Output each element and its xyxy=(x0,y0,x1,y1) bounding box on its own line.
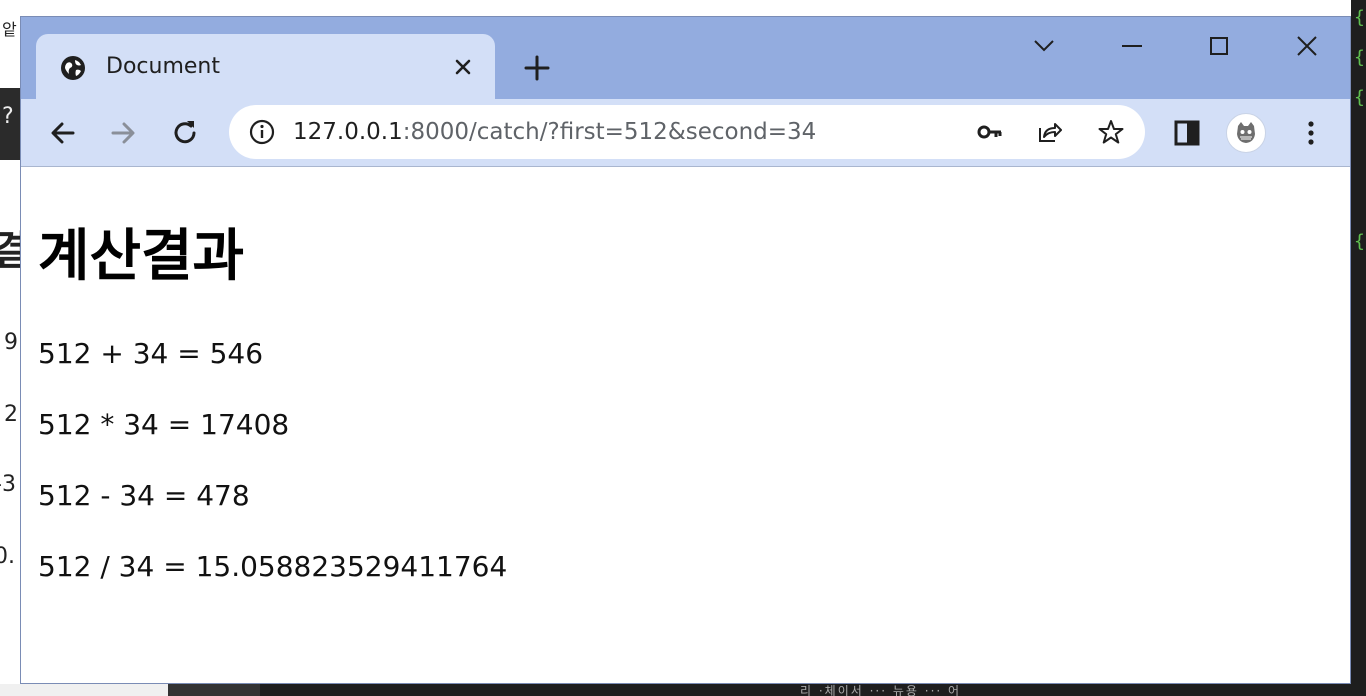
url-text[interactable]: 127.0.0.1:8000/catch/?first=512&second=3… xyxy=(293,117,816,147)
kebab-menu-icon[interactable] xyxy=(1295,117,1327,149)
browser-window: Document 127.0.0.1:8000/catch/?first=512… xyxy=(20,16,1351,684)
tab-title: Document xyxy=(106,54,220,79)
address-bar[interactable]: 127.0.0.1:8000/catch/?first=512&second=3… xyxy=(229,105,1145,159)
title-bar: Document xyxy=(21,17,1350,99)
tab-document[interactable]: Document xyxy=(36,34,495,99)
arrow-right-icon[interactable] xyxy=(107,117,139,149)
background-text-fragment: -3 xyxy=(0,472,16,497)
background-editor-right: { { { { xyxy=(1351,0,1366,696)
page-content: 계산결과 512 + 34 = 546 512 * 34 = 17408 512… xyxy=(21,167,1350,683)
plus-icon[interactable] xyxy=(521,52,553,84)
code-brace: { xyxy=(1354,47,1365,68)
star-icon[interactable] xyxy=(1097,118,1125,146)
background-text-fragment: 앝 xyxy=(2,20,17,39)
share-icon[interactable] xyxy=(1035,118,1063,146)
code-brace: { xyxy=(1354,7,1365,28)
maximize-icon[interactable] xyxy=(1204,31,1234,61)
background-text-fragment: ? xyxy=(2,104,14,129)
result-subtraction: 512 - 34 = 478 xyxy=(38,479,250,512)
code-brace: { xyxy=(1354,87,1365,108)
chevron-down-icon[interactable] xyxy=(1029,31,1059,61)
minimize-icon[interactable] xyxy=(1117,31,1147,61)
code-brace: { xyxy=(1354,231,1365,252)
background-text-fragment: 2 xyxy=(4,402,18,427)
globe-icon xyxy=(61,56,85,80)
result-division: 512 / 34 = 15.058823529411764 xyxy=(38,550,508,583)
avatar[interactable] xyxy=(1226,113,1266,153)
background-text-fragment: 결 xyxy=(0,228,20,274)
side-panel-icon[interactable] xyxy=(1171,117,1203,149)
background-text-fragment: 리 ·체이서 ··· 뉴용 ··· 어 xyxy=(800,684,962,696)
result-multiplication: 512 * 34 = 17408 xyxy=(38,408,290,441)
url-path: :8000/catch/?first=512&second=34 xyxy=(402,119,817,145)
result-addition: 512 + 34 = 546 xyxy=(38,337,264,370)
background-taskbar-strip: 리 ·체이서 ··· 뉴용 ··· 어 xyxy=(0,684,1366,696)
profile-picture xyxy=(1228,115,1264,151)
close-icon[interactable] xyxy=(450,54,476,80)
page-title: 계산결과 xyxy=(38,224,245,289)
browser-toolbar: 127.0.0.1:8000/catch/?first=512&second=3… xyxy=(21,99,1350,167)
background-text-fragment: 0. xyxy=(0,544,15,569)
arrow-left-icon[interactable] xyxy=(47,117,79,149)
close-icon[interactable] xyxy=(1292,31,1322,61)
reload-icon[interactable] xyxy=(169,117,201,149)
info-icon[interactable] xyxy=(248,118,276,146)
url-host: 127.0.0.1 xyxy=(293,119,403,145)
background-window-left: 앝 ? 결 9 2 -3 0. xyxy=(0,0,20,696)
key-icon[interactable] xyxy=(976,118,1004,146)
background-text-fragment: 9 xyxy=(4,330,18,355)
